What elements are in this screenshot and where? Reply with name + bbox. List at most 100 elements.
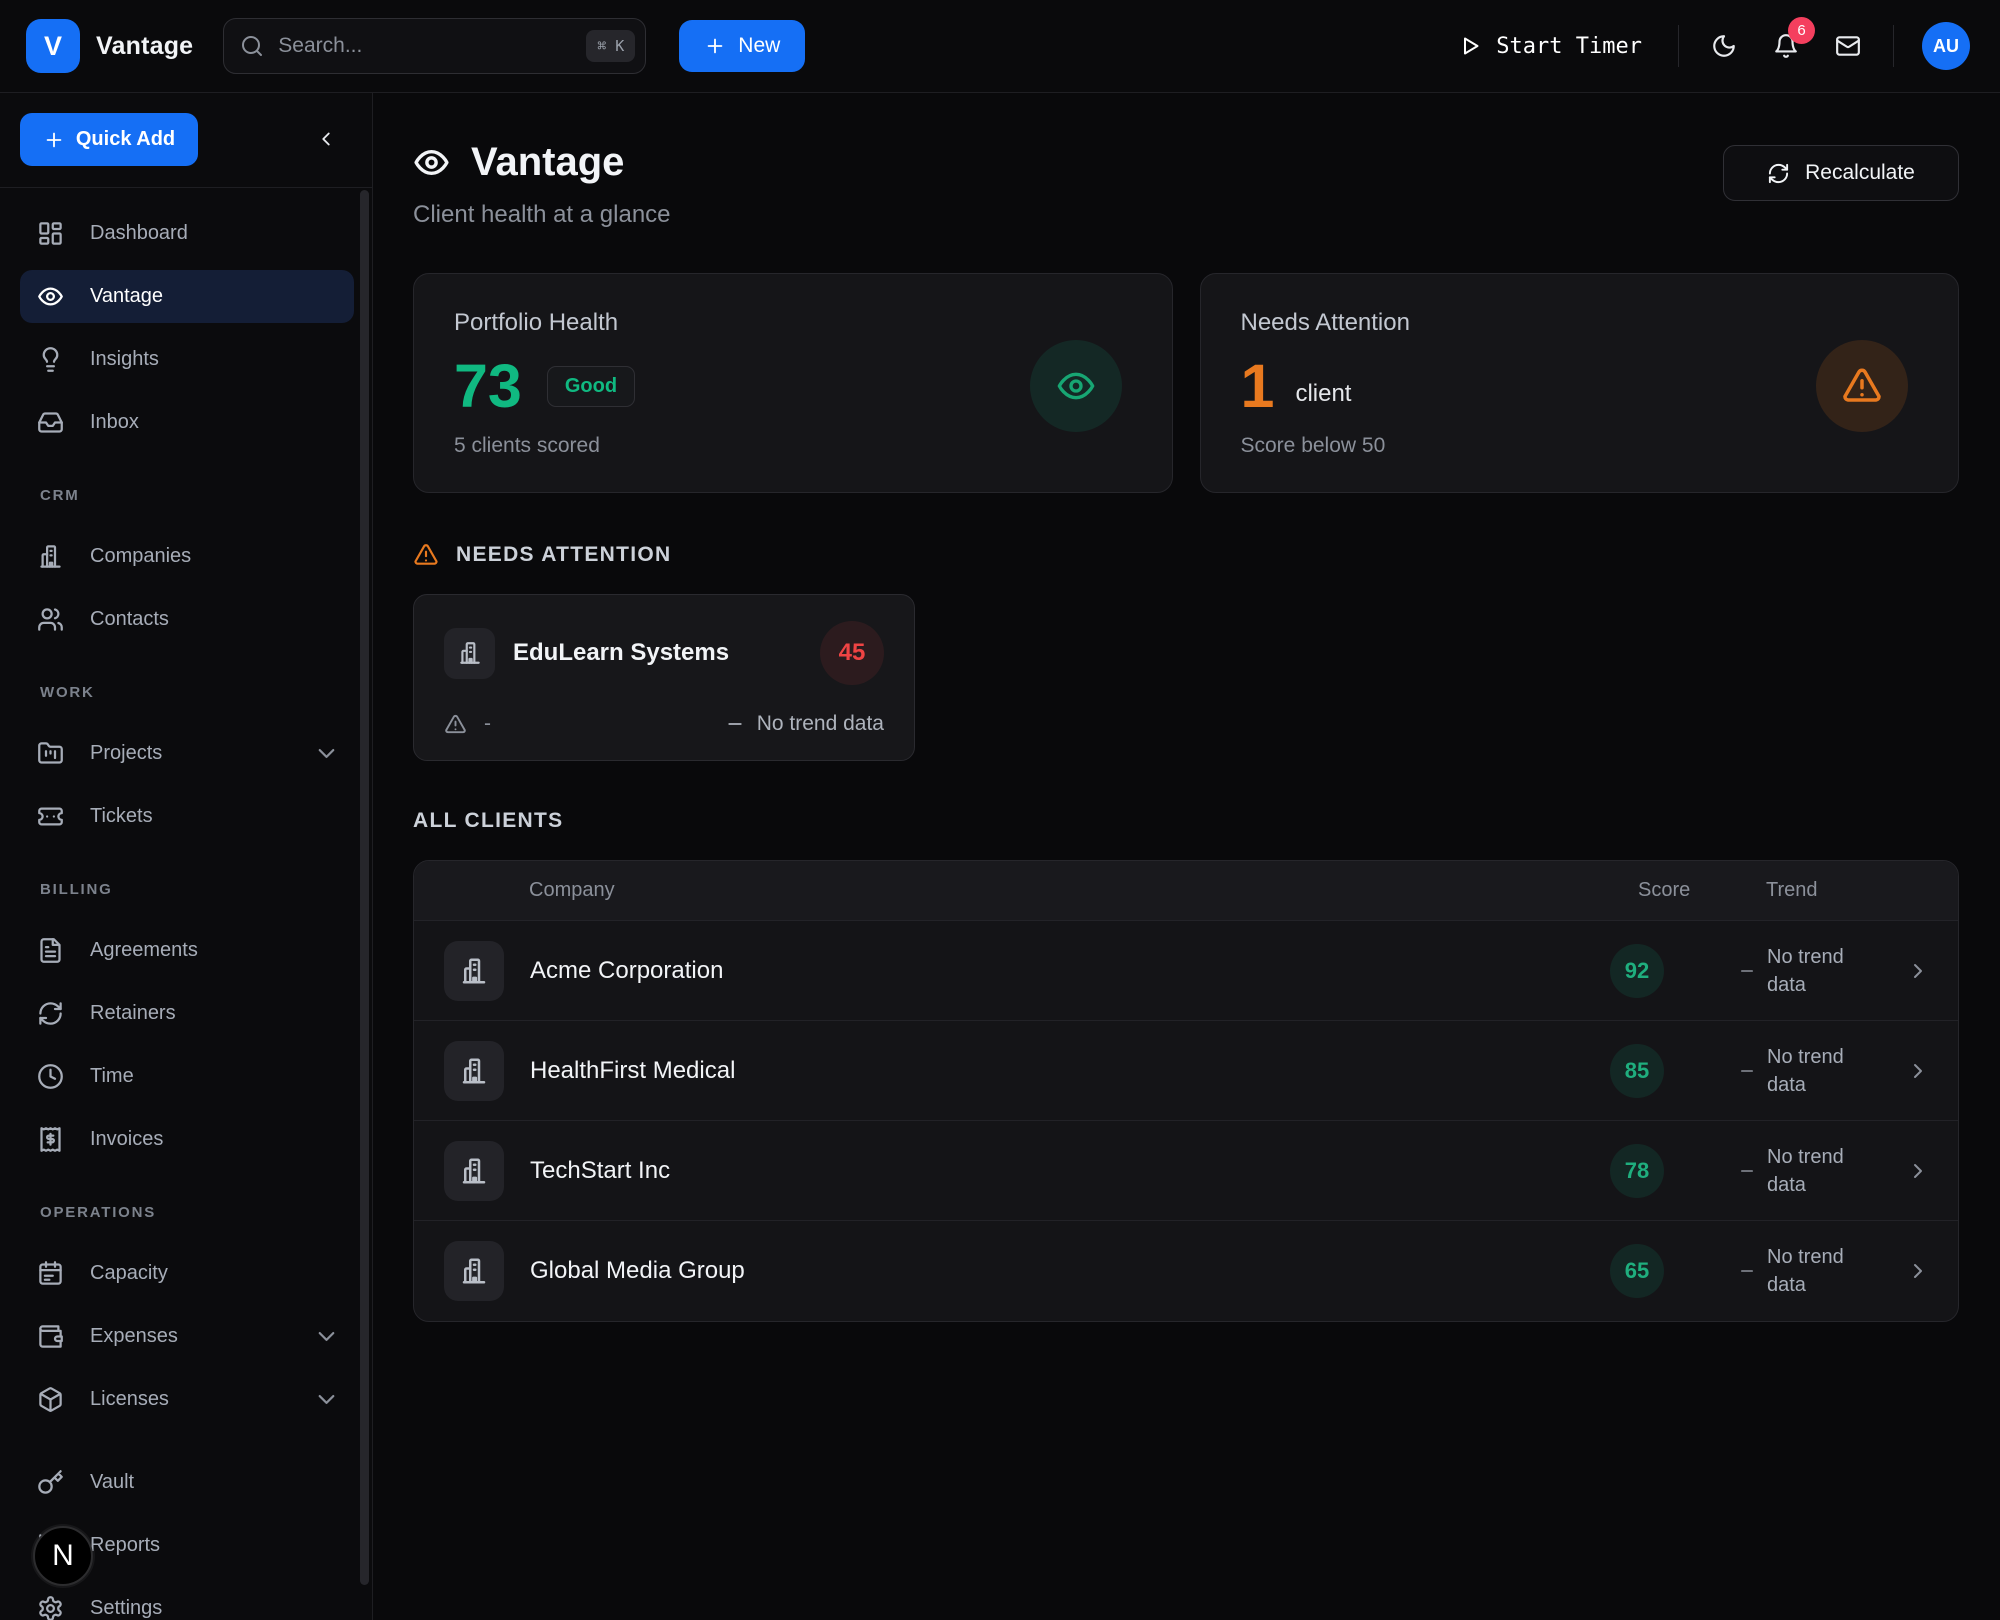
sidebar-item-settings[interactable]: Settings — [20, 1582, 354, 1620]
eye-icon — [1056, 366, 1096, 406]
company-icon-square — [444, 941, 504, 1001]
chevron-right-icon[interactable] — [1906, 1159, 1930, 1183]
sidebar-item-projects[interactable]: Projects — [20, 727, 354, 780]
company-name: TechStart Inc — [530, 1157, 670, 1185]
sidebar-item-agreements[interactable]: Agreements — [20, 924, 354, 977]
attention-client-trend: No trend data — [757, 712, 884, 736]
brand-name: Vantage — [96, 32, 193, 61]
folder-icon — [37, 740, 64, 767]
sidebar-item-retainers[interactable]: Retainers — [20, 987, 354, 1040]
chevron-right-icon[interactable] — [1906, 959, 1930, 983]
sidebar-item-label: Settings — [90, 1597, 162, 1620]
chevron-right-icon[interactable] — [1906, 1259, 1930, 1283]
ticket-icon — [37, 803, 64, 830]
sidebar-section-billing: BILLING — [40, 881, 354, 898]
column-header-score: Score — [1638, 879, 1756, 902]
theme-toggle-button[interactable] — [1700, 22, 1748, 70]
sidebar-item-vault[interactable]: Vault — [20, 1456, 354, 1509]
recalculate-button[interactable]: Recalculate — [1723, 145, 1959, 201]
clock-icon — [37, 1063, 64, 1090]
building-icon — [459, 956, 489, 986]
messages-button[interactable] — [1824, 22, 1872, 70]
attention-client-score: 45 — [820, 621, 884, 685]
portfolio-status-badge: Good — [547, 366, 635, 407]
nextjs-dev-indicator[interactable]: N — [33, 1526, 93, 1586]
sidebar-item-invoices[interactable]: Invoices — [20, 1113, 354, 1166]
avatar-initials: AU — [1933, 36, 1959, 57]
sidebar-item-inbox[interactable]: Inbox — [20, 396, 354, 449]
building-icon — [459, 1256, 489, 1286]
sidebar-item-label: Licenses — [90, 1388, 169, 1411]
sidebar-item-vantage[interactable]: Vantage — [20, 270, 354, 323]
sidebar-item-expenses[interactable]: Expenses — [20, 1310, 354, 1363]
package-icon — [37, 1386, 64, 1413]
chevron-down-icon — [313, 1323, 340, 1350]
table-row[interactable]: TechStart Inc 78 No trend data — [414, 1121, 1958, 1221]
nextjs-letter: N — [52, 1539, 74, 1573]
trend-text: No trend data — [1767, 1243, 1859, 1299]
start-timer-label: Start Timer — [1496, 34, 1642, 59]
lightbulb-icon — [37, 346, 64, 373]
search-input[interactable]: Search... ⌘ K — [223, 18, 646, 74]
company-name: Global Media Group — [530, 1257, 745, 1285]
portfolio-eye-bubble — [1030, 340, 1122, 432]
sidebar-item-label: Time — [90, 1065, 134, 1088]
company-name: HealthFirst Medical — [530, 1057, 735, 1085]
trend-text: No trend data — [1767, 1143, 1859, 1199]
dashboard-icon — [37, 220, 64, 247]
wallet-icon — [37, 1323, 64, 1350]
start-timer-button[interactable]: Start Timer — [1458, 34, 1642, 59]
new-button[interactable]: New — [679, 20, 805, 72]
sidebar-item-insights[interactable]: Insights — [20, 333, 354, 386]
user-avatar[interactable]: AU — [1922, 22, 1970, 70]
search-placeholder: Search... — [278, 34, 362, 58]
minus-icon — [1738, 962, 1756, 980]
notification-badge: 6 — [1788, 17, 1815, 44]
quick-add-button[interactable]: Quick Add — [20, 113, 198, 166]
sidebar: Quick Add Dashboard Vantage Insights — [0, 93, 373, 1620]
table-header-row: Company Score Trend — [414, 861, 1958, 921]
sidebar-section-operations: OPERATIONS — [40, 1204, 354, 1221]
sidebar-item-label: Capacity — [90, 1262, 168, 1285]
column-header-company: Company — [414, 879, 1638, 902]
key-icon — [37, 1469, 64, 1496]
sidebar-scrollbar[interactable] — [360, 190, 369, 1585]
sidebar-section-crm: CRM — [40, 487, 354, 504]
sidebar-item-dashboard[interactable]: Dashboard — [20, 207, 354, 260]
recalculate-label: Recalculate — [1805, 161, 1915, 185]
sidebar-item-time[interactable]: Time — [20, 1050, 354, 1103]
eye-icon — [37, 283, 64, 310]
app-logo[interactable]: V — [26, 19, 80, 73]
table-row[interactable]: Acme Corporation 92 No trend data — [414, 921, 1958, 1021]
portfolio-health-card: Portfolio Health 73 Good 5 clients score… — [413, 273, 1173, 493]
inbox-icon — [37, 409, 64, 436]
notifications-button[interactable]: 6 — [1762, 22, 1810, 70]
sidebar-item-label: Contacts — [90, 608, 169, 631]
calendar-icon — [37, 1260, 64, 1287]
sidebar-section-work: WORK — [40, 684, 354, 701]
sidebar-item-licenses[interactable]: Licenses — [20, 1373, 354, 1426]
attention-client-card[interactable]: EduLearn Systems 45 - No trend data — [413, 594, 915, 761]
attention-card-title: Needs Attention — [1241, 309, 1919, 337]
building-icon — [37, 543, 64, 570]
sidebar-item-label: Companies — [90, 545, 191, 568]
sidebar-collapse-button[interactable] — [304, 117, 348, 161]
sidebar-item-label: Insights — [90, 348, 159, 371]
company-icon-square — [444, 1241, 504, 1301]
sidebar-item-label: Retainers — [90, 1002, 176, 1025]
sidebar-item-companies[interactable]: Companies — [20, 530, 354, 583]
sidebar-item-tickets[interactable]: Tickets — [20, 790, 354, 843]
sidebar-item-label: Invoices — [90, 1128, 163, 1151]
sidebar-item-contacts[interactable]: Contacts — [20, 593, 354, 646]
sidebar-item-label: Agreements — [90, 939, 198, 962]
sidebar-item-capacity[interactable]: Capacity — [20, 1247, 354, 1300]
table-row[interactable]: HealthFirst Medical 85 No trend data — [414, 1021, 1958, 1121]
company-icon-square — [444, 1041, 504, 1101]
main-content: Vantage Client health at a glance Recalc… — [373, 93, 2000, 1620]
warning-icon — [444, 713, 467, 736]
building-icon — [457, 640, 483, 666]
needs-attention-card: Needs Attention 1 client Score below 50 — [1200, 273, 1960, 493]
sidebar-item-label: Expenses — [90, 1325, 178, 1348]
chevron-right-icon[interactable] — [1906, 1059, 1930, 1083]
table-row[interactable]: Global Media Group 65 No trend data — [414, 1221, 1958, 1321]
